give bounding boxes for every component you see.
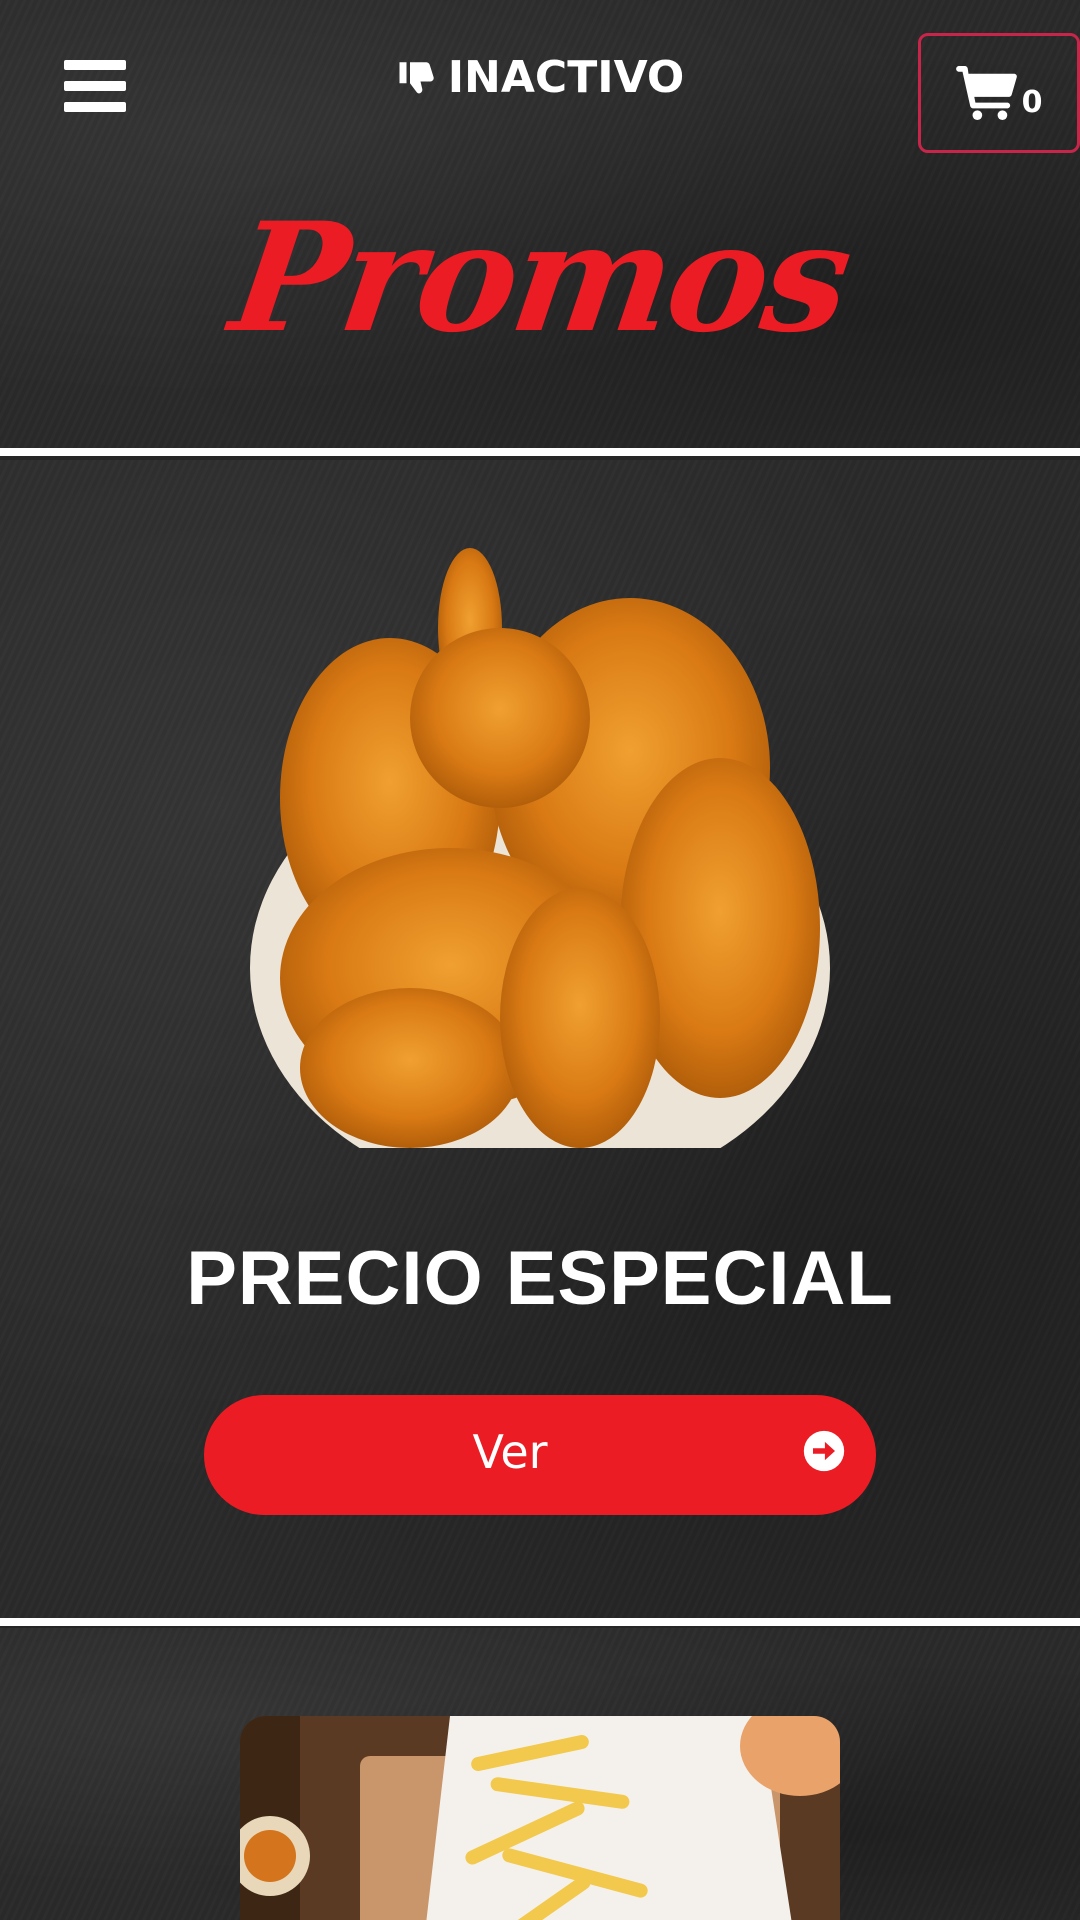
view-button-label: Ver <box>472 1425 548 1479</box>
section-divider <box>0 448 1080 456</box>
cart-button[interactable]: 0 <box>918 33 1080 153</box>
section-divider <box>0 1618 1080 1626</box>
promo-card <box>0 1628 1080 1920</box>
page-title: Promos <box>222 190 858 366</box>
promo-title: PRECIO ESPECIAL <box>186 1236 894 1321</box>
view-promo-button[interactable]: Ver <box>204 1395 876 1515</box>
french-fries-image <box>240 1716 840 1920</box>
thumbs-down-icon <box>399 61 434 93</box>
shopping-cart-icon <box>955 66 1017 120</box>
header: INACTIVO 0 Promos <box>0 0 1080 448</box>
arrow-circle-right-icon <box>803 1430 845 1472</box>
status-text: INACTIVO <box>447 52 685 103</box>
hamburger-menu-icon-bar <box>64 102 126 112</box>
fried-chicken-image <box>250 548 830 1148</box>
promo-card: PRECIO ESPECIAL Ver <box>0 460 1080 1618</box>
cart-count-badge: 0 <box>1021 84 1043 120</box>
